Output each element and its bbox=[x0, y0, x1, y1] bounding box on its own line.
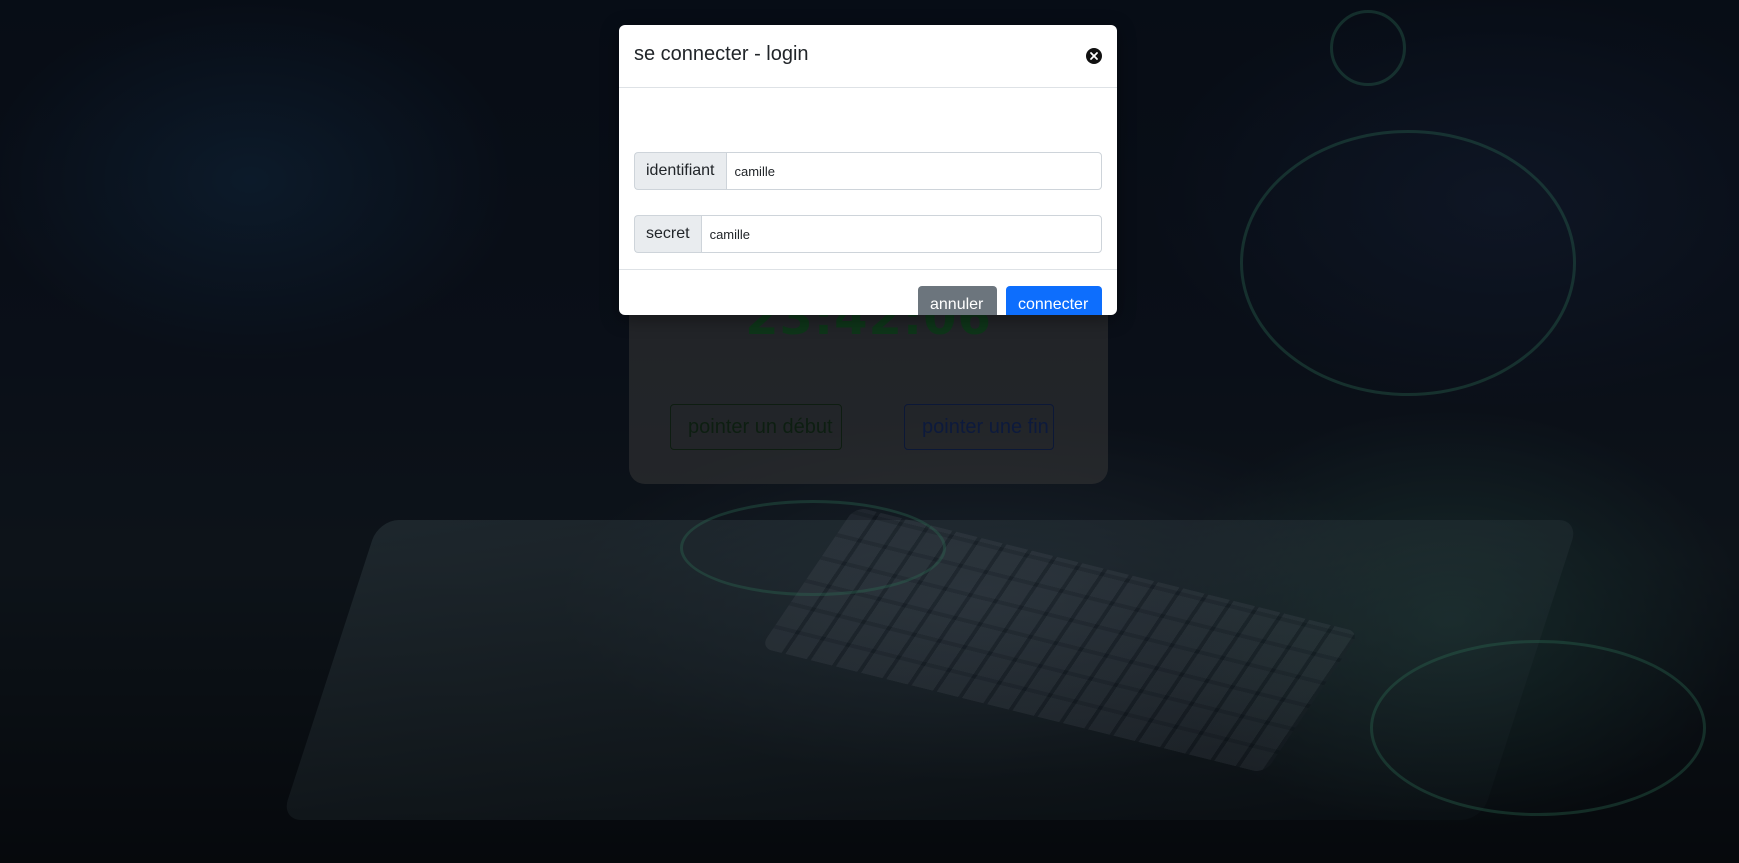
login-modal: se connecter - login identifiant secret … bbox=[619, 25, 1117, 315]
connect-button[interactable]: connecter bbox=[1006, 286, 1102, 315]
password-group: secret bbox=[634, 215, 1102, 253]
modal-header: se connecter - login bbox=[619, 25, 1117, 88]
password-label: secret bbox=[634, 215, 701, 253]
modal-footer: annuler connecter bbox=[619, 269, 1117, 315]
username-label: identifiant bbox=[634, 152, 726, 190]
close-icon[interactable] bbox=[1086, 48, 1102, 64]
modal-title: se connecter - login bbox=[634, 43, 809, 65]
username-input[interactable] bbox=[725, 152, 1102, 190]
page-background: 23:42:06 pointer un début pointer une fi… bbox=[0, 0, 1739, 863]
username-group: identifiant bbox=[634, 152, 1102, 190]
password-input[interactable] bbox=[700, 215, 1102, 253]
modal-body: identifiant secret bbox=[634, 88, 1102, 268]
cancel-button[interactable]: annuler bbox=[918, 286, 997, 315]
